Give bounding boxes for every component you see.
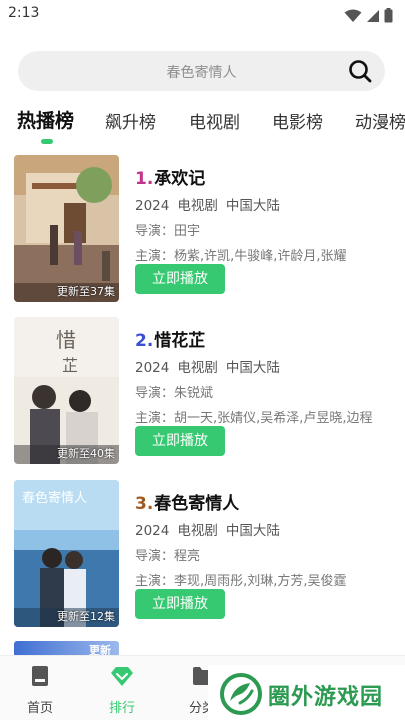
battery-icon <box>384 8 393 23</box>
tab-rising[interactable]: 飙升榜 <box>105 108 156 133</box>
year: 2024 <box>135 523 170 539</box>
episode-badge: 更新至37集 <box>57 285 115 298</box>
play-button[interactable]: 立即播放 <box>135 426 225 456</box>
play-button[interactable]: 立即播放 <box>135 589 225 619</box>
tab-anime[interactable]: 动漫榜 <box>355 108 405 133</box>
svg-text:春色寄情人: 春色寄情人 <box>22 490 87 506</box>
rank-number: 3. <box>135 494 154 514</box>
poster-image[interactable]: 春色寄情人 更新至12集 <box>14 480 119 627</box>
type: 电视剧 <box>177 360 218 376</box>
cast: 主演：杨紫,许凯,牛骏峰,许龄月,张耀 <box>135 249 347 264</box>
poster-art: 春色寄情人 <box>14 480 119 627</box>
search-placeholder: 春色寄情人 <box>166 65 237 81</box>
tab-indicator <box>41 139 53 144</box>
item-title[interactable]: 2.惜花芷 <box>135 326 205 351</box>
poster-image[interactable]: 惜 芷 更新至40集 <box>14 317 119 464</box>
watermark-text: 圈外游戏园 <box>268 685 384 710</box>
cast: 主演：胡一天,张婧仪,吴希泽,卢昱晓,边程 <box>135 411 373 426</box>
episode-badge: 更新至40集 <box>57 447 115 460</box>
poster-art <box>14 155 119 302</box>
title-text: 承欢记 <box>154 169 206 189</box>
title-text: 春色寄情人 <box>154 494 240 514</box>
item-title[interactable]: 3.春色寄情人 <box>135 489 239 514</box>
item-title[interactable]: 1.承欢记 <box>135 164 205 189</box>
wifi-icon <box>344 9 362 22</box>
nav-home-label: 首页 <box>26 701 53 716</box>
signal-icon <box>367 9 379 22</box>
search-bar[interactable]: 春色寄情人 <box>18 51 385 91</box>
diamond-icon <box>111 667 133 686</box>
item-meta: 2024 电视剧 中国大陆 <box>135 356 288 376</box>
ranking-tabs: 热播榜 飙升榜 电视剧 电影榜 动漫榜 <box>0 100 405 140</box>
play-button[interactable]: 立即播放 <box>135 264 225 294</box>
list-item[interactable]: 惜 芷 更新至40集 2.惜花芷 2024 电视剧 中国大陆 导演：朱锐斌 主演：胡… <box>0 312 405 464</box>
item-meta: 2024 电视剧 中国大陆 <box>135 519 288 539</box>
poster-art: 惜 芷 <box>14 317 119 464</box>
watermark: 圈外游戏园 <box>208 665 405 720</box>
type: 电视剧 <box>177 523 218 539</box>
svg-text:芷: 芷 <box>62 356 78 375</box>
director: 导演：程亮 <box>135 549 201 564</box>
svg-text:惜: 惜 <box>56 328 76 352</box>
director: 导演：朱锐斌 <box>135 386 214 401</box>
list-item[interactable]: 更新至37集 1.承欢记 2024 电视剧 中国大陆 导演：田宇 主演：杨紫,许凯,… <box>0 150 405 302</box>
rank-number: 2. <box>135 331 154 351</box>
item-meta: 2024 电视剧 中国大陆 <box>135 194 288 214</box>
tab-hot[interactable]: 热播榜 <box>17 106 74 133</box>
type: 电视剧 <box>177 198 218 214</box>
year: 2024 <box>135 198 170 214</box>
poster-image[interactable]: 更新至37集 <box>14 155 119 302</box>
year: 2024 <box>135 360 170 376</box>
nav-home[interactable]: 首页 <box>10 664 70 716</box>
tab-tv[interactable]: 电视剧 <box>189 108 240 133</box>
watermark-logo-icon <box>220 673 262 715</box>
status-bar: 2:13 <box>0 0 405 30</box>
home-icon <box>32 666 48 686</box>
status-icons <box>344 8 393 23</box>
title-text: 惜花芷 <box>154 331 206 351</box>
cast: 主演：李现,周雨彤,刘琳,方芳,吴俊霆 <box>135 574 347 589</box>
nav-ranking-label: 排行 <box>108 701 135 716</box>
region: 中国大陆 <box>225 523 280 539</box>
region: 中国大陆 <box>225 198 280 214</box>
list-item[interactable]: 春色寄情人 更新至12集 3.春色寄情人 2024 电视剧 中国大陆 导演：程亮 主… <box>0 475 405 627</box>
region: 中国大陆 <box>225 360 280 376</box>
status-time: 2:13 <box>8 5 40 21</box>
episode-badge: 更新至12集 <box>57 610 115 623</box>
tab-movie[interactable]: 电影榜 <box>272 108 323 133</box>
search-icon[interactable] <box>347 58 373 84</box>
rank-number: 1. <box>135 169 154 189</box>
director: 导演：田宇 <box>135 224 201 239</box>
nav-ranking[interactable]: 排行 <box>92 664 152 716</box>
